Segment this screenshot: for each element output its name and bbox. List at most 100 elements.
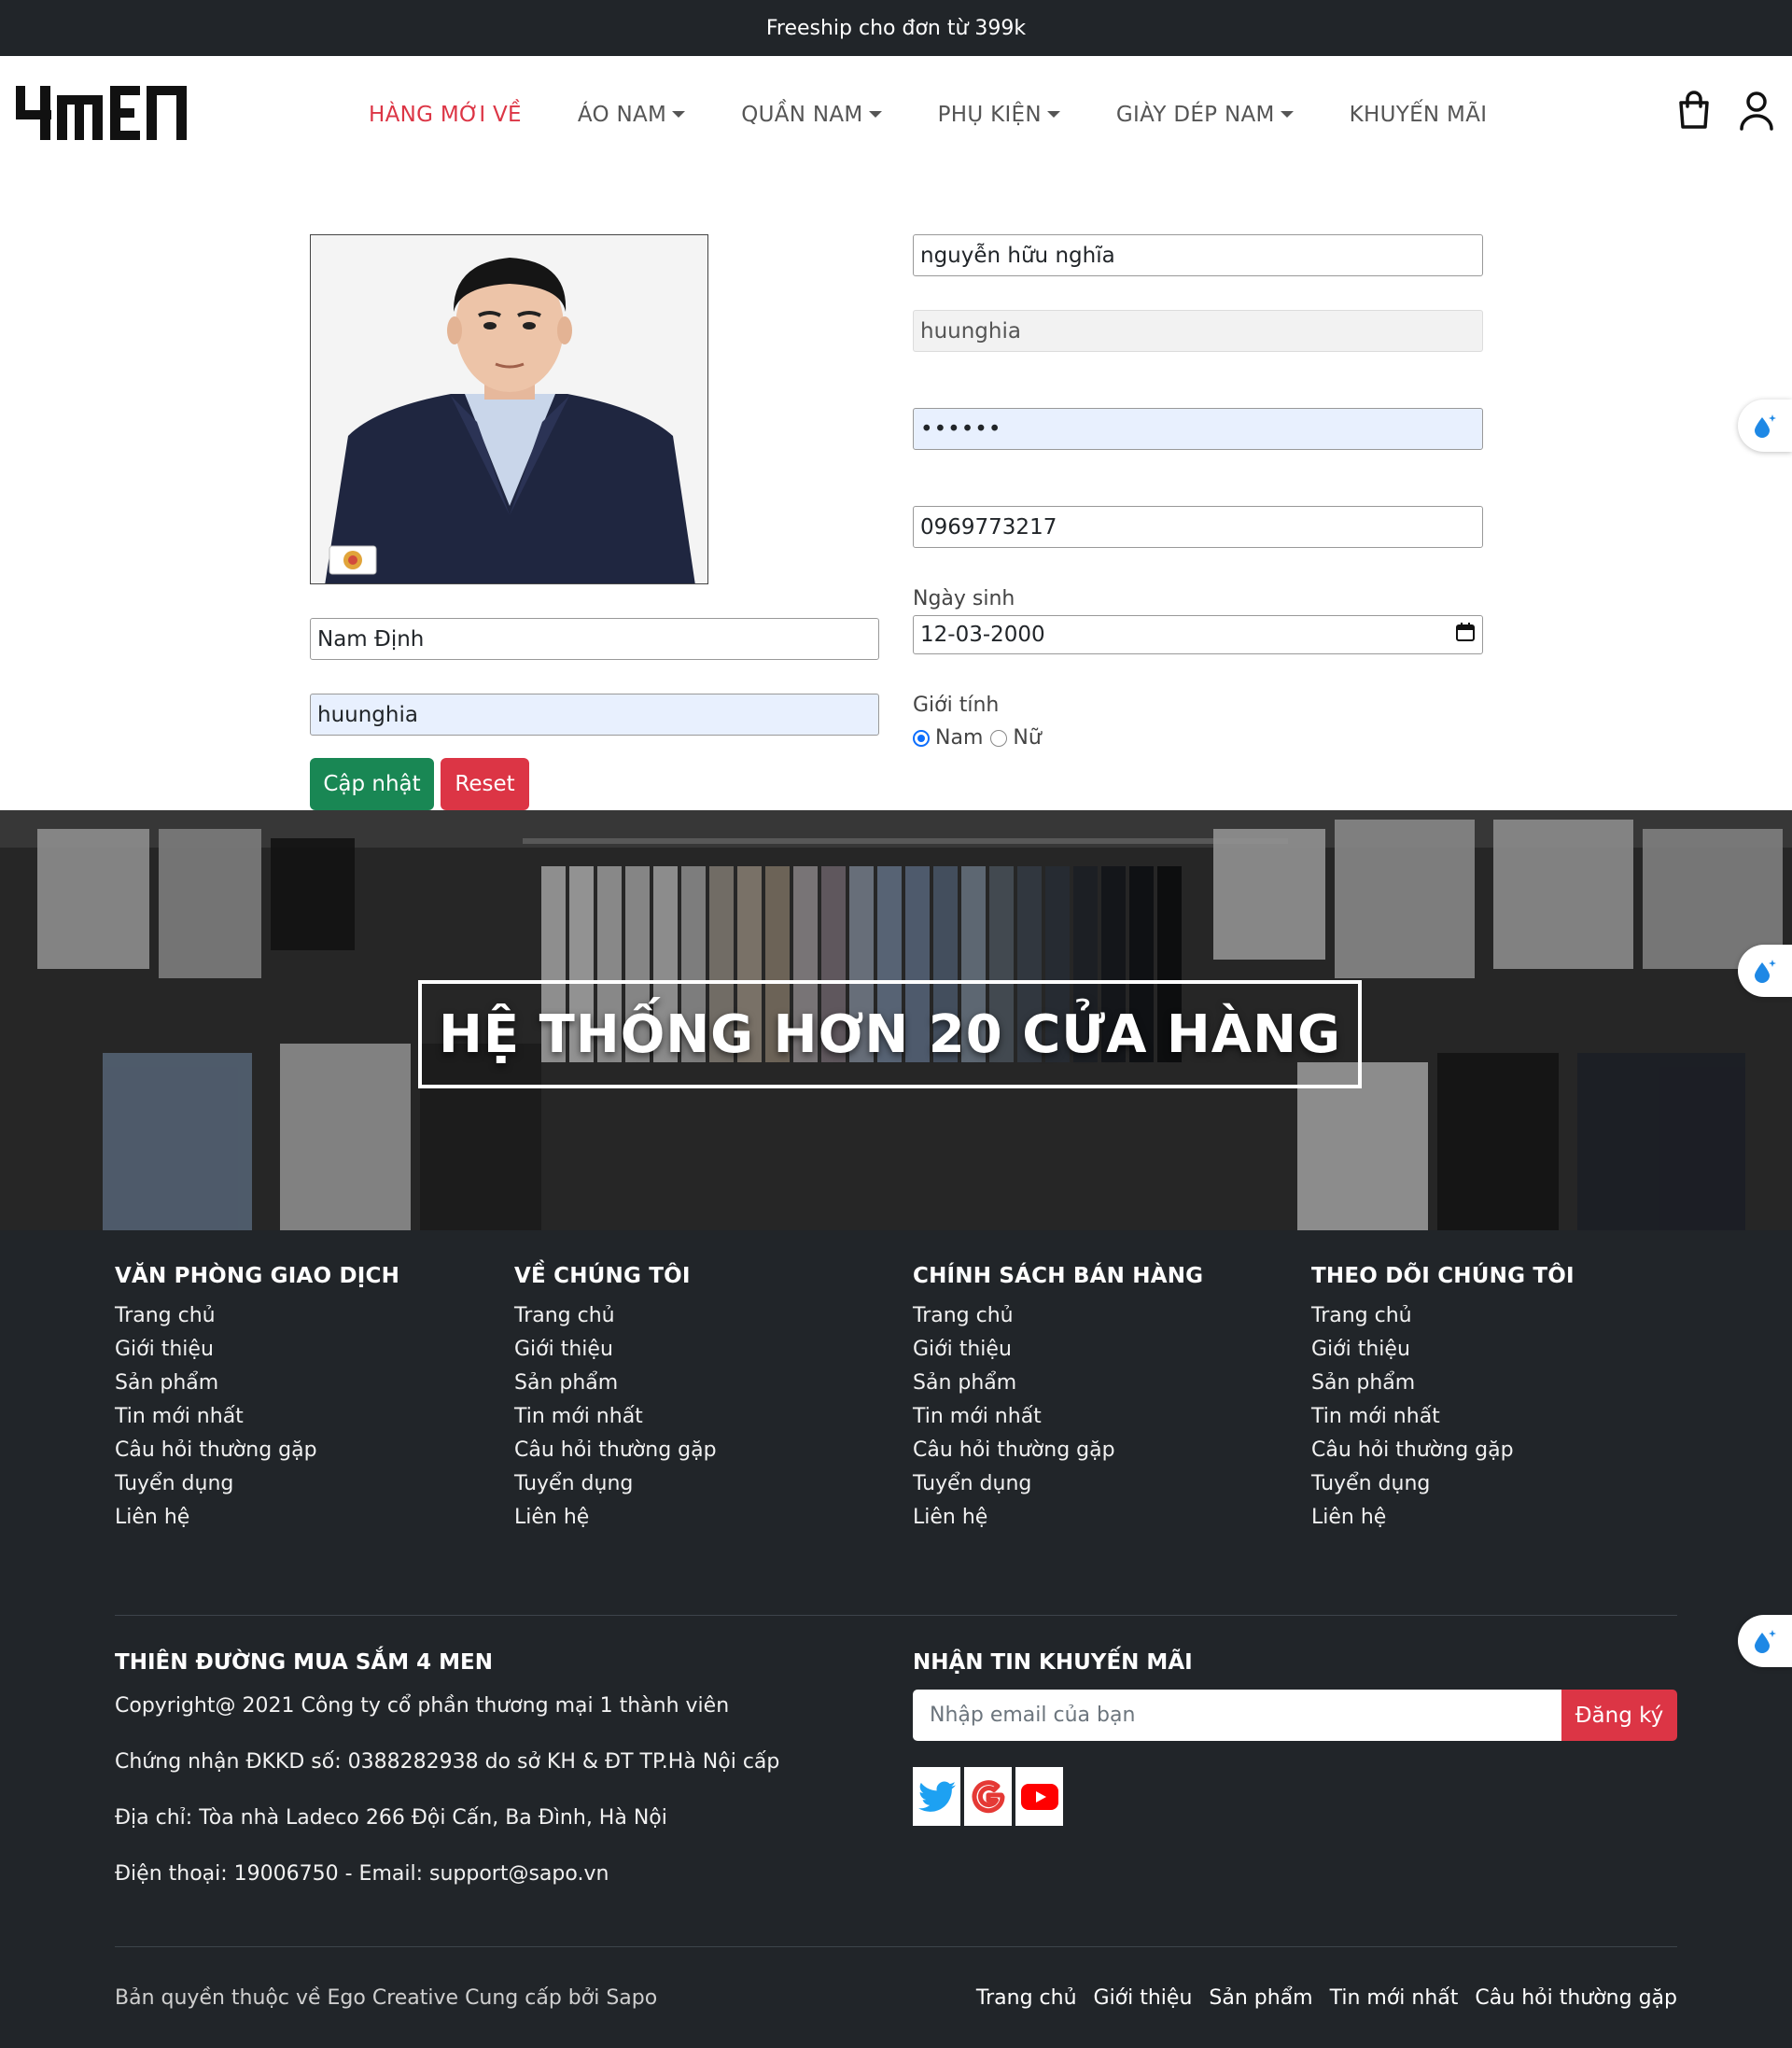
nav-item-phu-kien[interactable]: PHỤ KIỆN — [938, 103, 1060, 127]
footer-link[interactable]: Liên hệ — [514, 1501, 906, 1535]
footer-link[interactable]: Câu hỏi thường gặp — [1311, 1434, 1703, 1467]
footer-col-title: THEO DÕI CHÚNG TÔI — [1311, 1264, 1575, 1288]
nav-item-giay-dep-nam[interactable]: GIÀY DÉP NAM — [1116, 103, 1294, 127]
footer-col-follow: THEO DÕI CHÚNG TÔI Trang chủ Giới thiệu … — [1311, 1264, 1703, 1535]
footer-link[interactable]: Trang chủ — [115, 1299, 507, 1333]
footer-bottom-divider — [115, 1946, 1677, 1947]
gender-radio-nu[interactable] — [990, 729, 1008, 747]
footer-col-title: VỀ CHÚNG TÔI — [514, 1264, 691, 1288]
calendar-icon[interactable] — [1455, 622, 1476, 648]
full-name-input[interactable]: nguyễn hữu nghĩa — [913, 234, 1483, 276]
newsletter-title: NHẬN TIN KHUYẾN MÃI — [913, 1650, 1193, 1675]
company-address: Địa chỉ: Tòa nhà Ladeco 266 Đội Cấn, Ba … — [115, 1806, 667, 1830]
username-input: huunghia — [913, 310, 1483, 352]
footer-link[interactable]: Giới thiệu — [115, 1333, 507, 1367]
nav-item-new-arrivals[interactable]: HÀNG MỚI VỀ — [369, 103, 522, 127]
nav-label: ÁO NAM — [577, 102, 667, 127]
footer-link[interactable]: Sản phẩm — [913, 1367, 1305, 1400]
footer-link[interactable]: Câu hỏi thường gặp — [115, 1434, 507, 1467]
bottom-link[interactable]: Trang chủ — [976, 1986, 1077, 2010]
footer-link[interactable]: Tin mới nhất — [115, 1400, 507, 1434]
bottom-link[interactable]: Tin mới nhất — [1330, 1986, 1459, 2010]
update-button-label: Cập nhật — [323, 772, 421, 796]
footer-col-title: CHÍNH SÁCH BÁN HÀNG — [913, 1264, 1204, 1288]
footer-link[interactable]: Tuyển dụng — [514, 1467, 906, 1501]
google-icon[interactable] — [964, 1767, 1012, 1826]
caret-down-icon — [672, 111, 686, 118]
username-value: huunghia — [920, 318, 1021, 344]
reset-button-label: Reset — [455, 772, 515, 796]
site-header: HÀNG MỚI VỀ ÁO NAM QUẦN NAM PHỤ KIỆN GIÀ… — [0, 56, 1792, 173]
password-input[interactable]: •••••• — [913, 408, 1483, 450]
nav-item-quan-nam[interactable]: QUẦN NAM — [741, 102, 882, 127]
footer-link[interactable]: Tuyển dụng — [115, 1467, 507, 1501]
address-input[interactable]: Nam Định — [310, 618, 879, 660]
footer-col-title: VĂN PHÒNG GIAO DỊCH — [115, 1264, 400, 1288]
footer-col-office: VĂN PHÒNG GIAO DỊCH Trang chủ Giới thiệu… — [115, 1264, 507, 1535]
address-value: Nam Định — [317, 626, 425, 652]
birthdate-input[interactable]: 12-03-2000 — [913, 615, 1483, 654]
bottom-link[interactable]: Sản phẩm — [1209, 1986, 1312, 2010]
banner-headline-box: HỆ THỐNG HƠN 20 CỬA HÀNG — [418, 980, 1362, 1088]
banner-headline: HỆ THỐNG HƠN 20 CỬA HÀNG — [439, 1003, 1341, 1065]
footer-link[interactable]: Sản phẩm — [514, 1367, 906, 1400]
company-title: THIÊN ĐƯỜNG MUA SẮM 4 MEN — [115, 1650, 493, 1675]
bottom-link[interactable]: Giới thiệu — [1094, 1986, 1193, 2010]
site-footer: VĂN PHÒNG GIAO DỊCH Trang chủ Giới thiệu… — [0, 1230, 1792, 2048]
bottom-link[interactable]: Câu hỏi thường gặp — [1475, 1986, 1677, 2010]
company-copyright: Copyright@ 2021 Công ty cổ phần thương m… — [115, 1694, 730, 1718]
caret-down-icon — [1046, 111, 1060, 118]
water-drop-widget-icon[interactable] — [1738, 1615, 1792, 1667]
newsletter-subscribe-button[interactable]: Đăng ký — [1561, 1690, 1677, 1741]
company-contact: Điện thoại: 19006750 - Email: support@sa… — [115, 1862, 609, 1886]
reset-button[interactable]: Reset — [441, 758, 529, 810]
gender-option-nu: Nữ — [1013, 726, 1042, 750]
footer-link[interactable]: Trang chủ — [514, 1299, 906, 1333]
water-drop-widget-icon[interactable] — [1738, 945, 1792, 997]
full-name-value: nguyễn hữu nghĩa — [920, 243, 1115, 268]
footer-link[interactable]: Sản phẩm — [115, 1367, 507, 1400]
footer-link[interactable]: Liên hệ — [1311, 1501, 1703, 1535]
footer-link[interactable]: Liên hệ — [913, 1501, 1305, 1535]
footer-link[interactable]: Trang chủ — [1311, 1299, 1703, 1333]
shopping-bag-icon[interactable] — [1675, 90, 1713, 131]
nav-label: GIÀY DÉP NAM — [1115, 102, 1275, 127]
footer-divider — [115, 1615, 1677, 1616]
gender-radio-nam[interactable] — [913, 729, 930, 747]
footer-link[interactable]: Câu hỏi thường gặp — [913, 1434, 1305, 1467]
footer-col-about: VỀ CHÚNG TÔI Trang chủ Giới thiệu Sản ph… — [514, 1264, 906, 1535]
store-banner: HỆ THỐNG HƠN 20 CỬA HÀNG — [0, 810, 1792, 1230]
footer-link[interactable]: Giới thiệu — [1311, 1333, 1703, 1367]
footer-link[interactable]: Sản phẩm — [1311, 1367, 1703, 1400]
footer-link[interactable]: Tuyển dụng — [913, 1467, 1305, 1501]
water-drop-widget-icon[interactable] — [1738, 400, 1792, 452]
account-value: huunghia — [317, 702, 418, 727]
footer-link[interactable]: Giới thiệu — [913, 1333, 1305, 1367]
account-input[interactable]: huunghia — [310, 694, 879, 736]
brand-logo[interactable] — [16, 82, 199, 142]
youtube-icon[interactable] — [1015, 1767, 1063, 1826]
footer-link[interactable]: Câu hỏi thường gặp — [514, 1434, 906, 1467]
nav-item-khuyen-mai[interactable]: KHUYẾN MÃI — [1350, 103, 1488, 127]
update-button[interactable]: Cập nhật — [310, 758, 434, 810]
password-mask: •••••• — [920, 416, 1002, 442]
footer-link[interactable]: Giới thiệu — [514, 1333, 906, 1367]
site-copyright: Bản quyền thuộc về Ego Creative Cung cấp… — [115, 1986, 658, 2010]
nav-label: QUẦN NAM — [741, 102, 863, 127]
bottom-nav: Trang chủ Giới thiệu Sản phẩm Tin mới nh… — [959, 1986, 1677, 2010]
gender-radio-group: Nam Nữ — [913, 726, 1042, 750]
nav-item-ao-nam[interactable]: ÁO NAM — [577, 102, 686, 127]
footer-link[interactable]: Tin mới nhất — [913, 1400, 1305, 1434]
caret-down-icon — [868, 111, 882, 118]
user-icon[interactable] — [1738, 90, 1775, 131]
footer-col-policy: CHÍNH SÁCH BÁN HÀNG Trang chủ Giới thiệu… — [913, 1264, 1305, 1535]
newsletter-email-input[interactable]: Nhập email của bạn — [913, 1690, 1561, 1741]
phone-value: 0969773217 — [920, 514, 1057, 540]
footer-link[interactable]: Liên hệ — [115, 1501, 507, 1535]
footer-link[interactable]: Trang chủ — [913, 1299, 1305, 1333]
footer-link[interactable]: Tin mới nhất — [514, 1400, 906, 1434]
footer-link[interactable]: Tin mới nhất — [1311, 1400, 1703, 1434]
twitter-icon[interactable] — [913, 1767, 960, 1826]
footer-link[interactable]: Tuyển dụng — [1311, 1467, 1703, 1501]
phone-input[interactable]: 0969773217 — [913, 506, 1483, 548]
